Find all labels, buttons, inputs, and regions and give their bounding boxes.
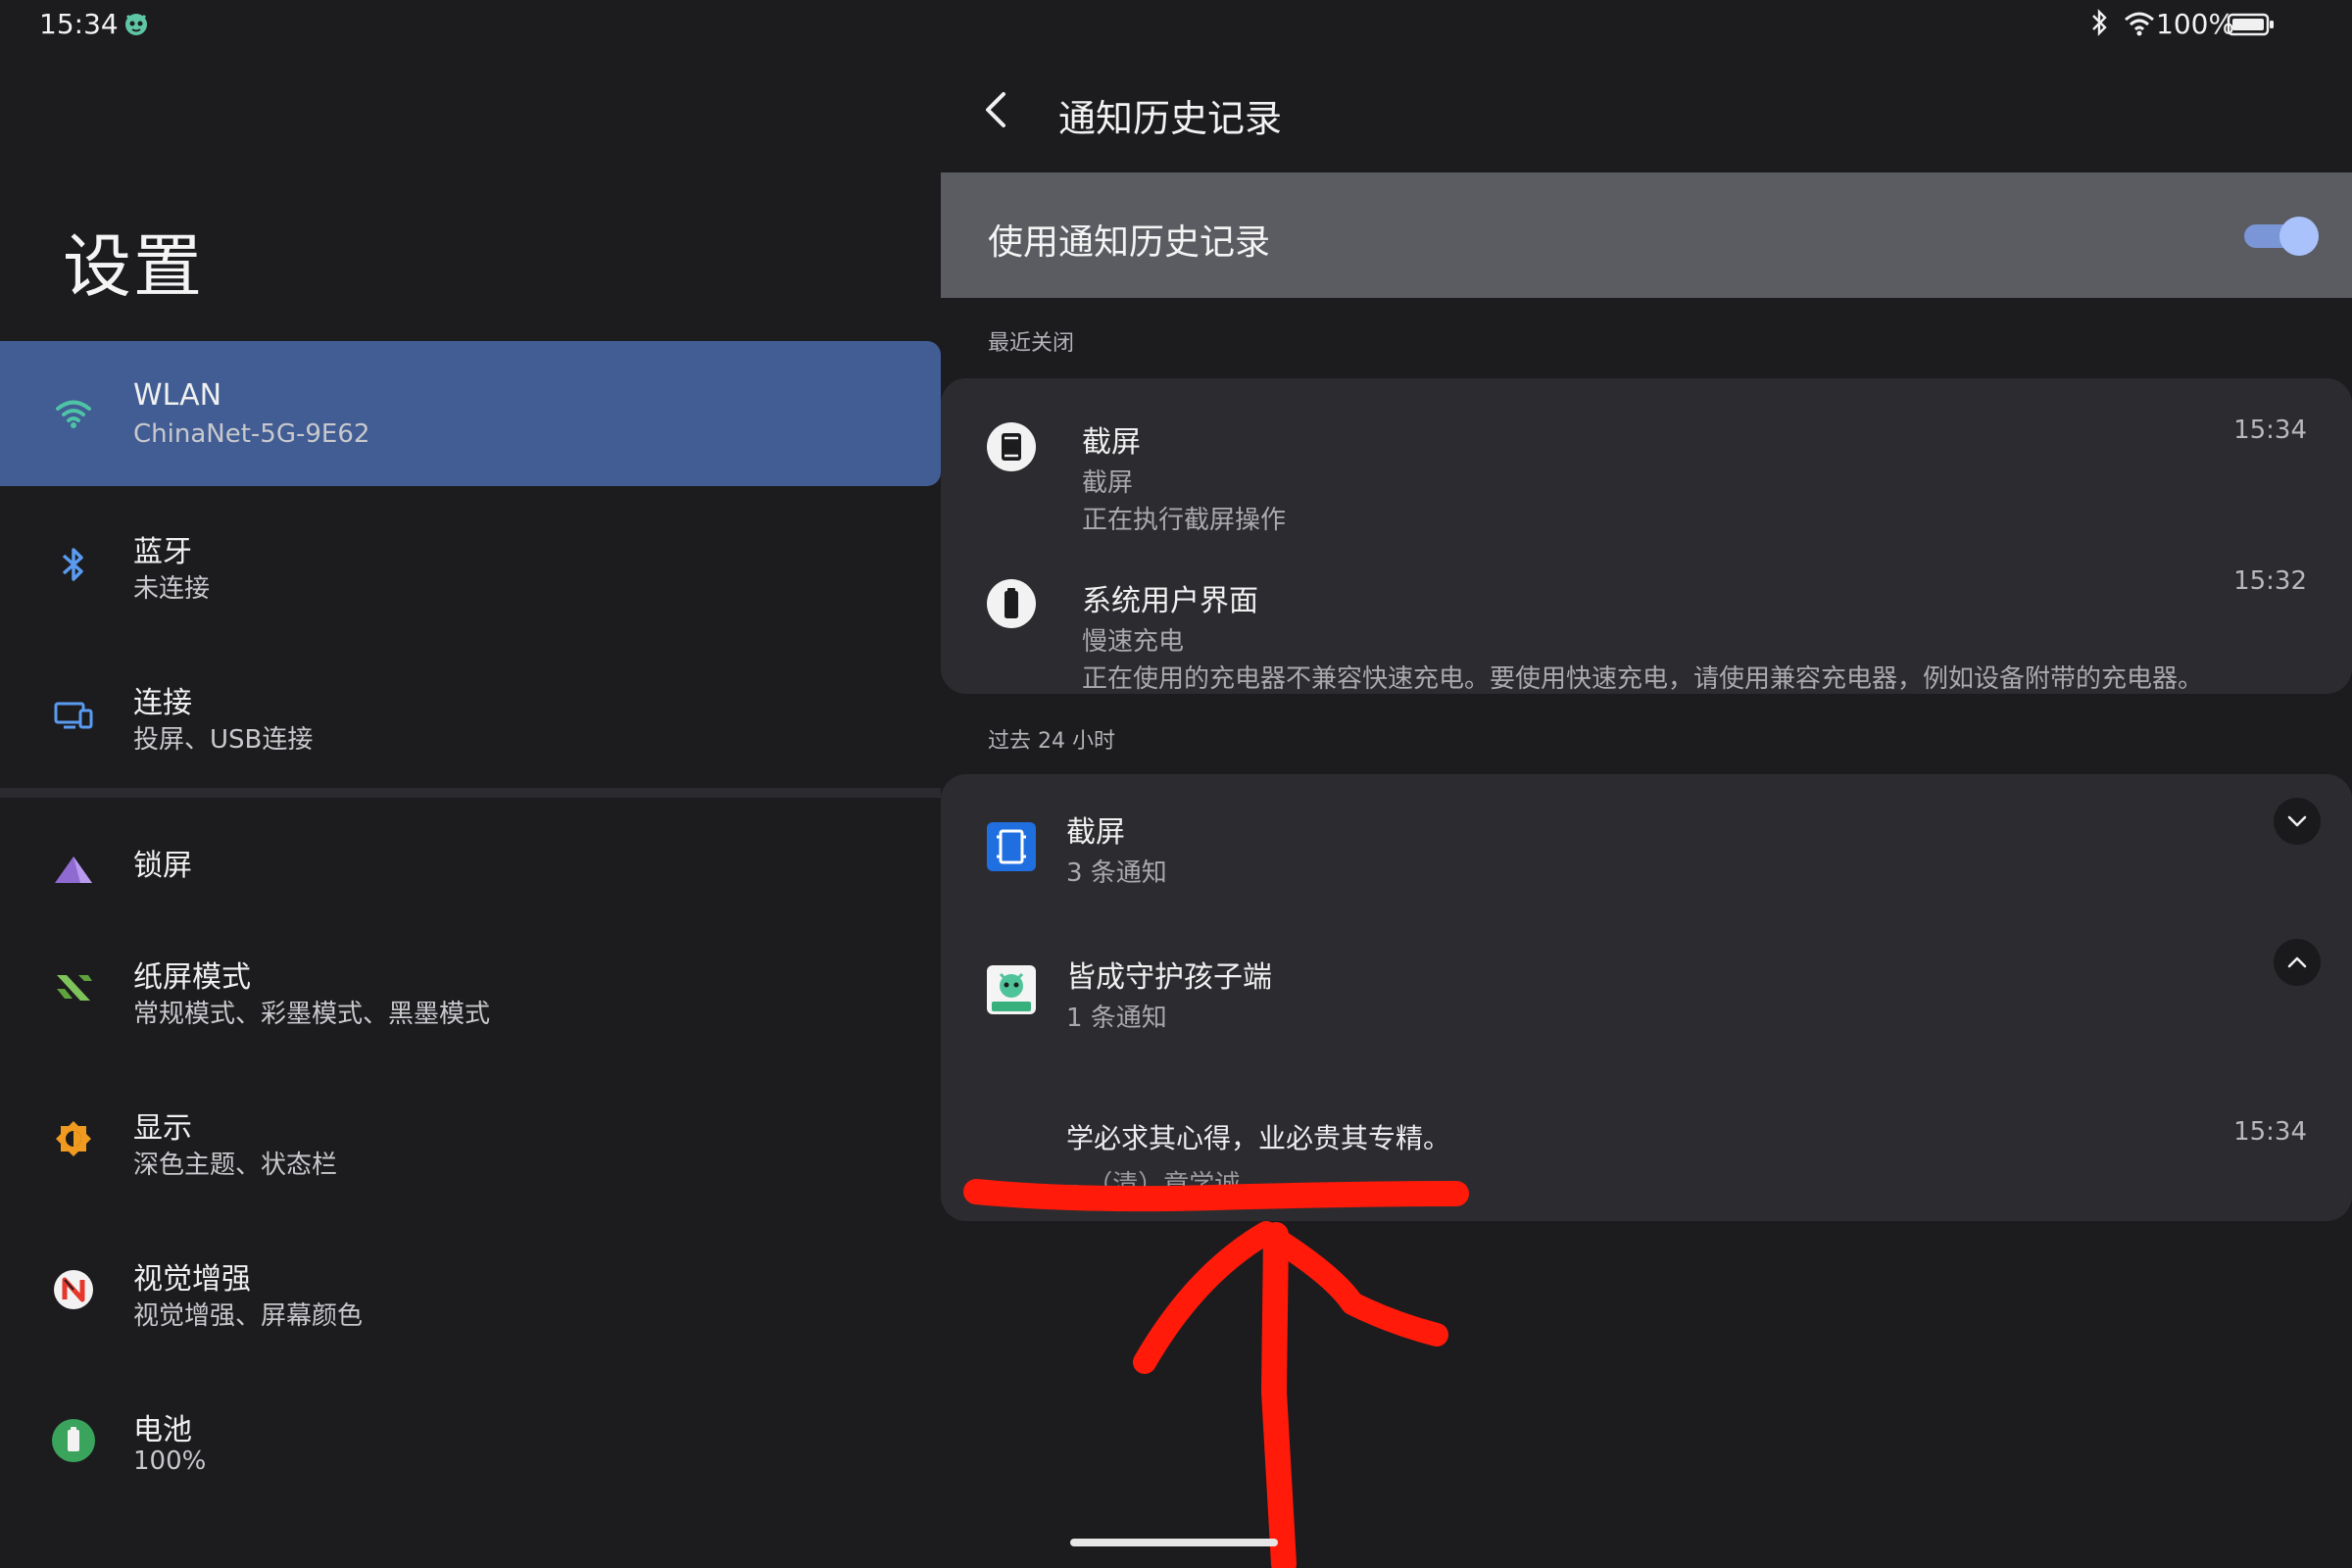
sidebar-item-subtitle: 视觉增强、屏幕颜色 xyxy=(133,1301,364,1331)
notification-title: 截屏 xyxy=(1082,425,1141,460)
notification-subtitle: 慢速充电 xyxy=(1082,627,1185,657)
screen: 15:34 100% 设置 WLAN ChinaNet-5G-9E62 蓝牙 未… xyxy=(0,0,2352,1568)
page-title: 通知历史记录 xyxy=(1058,97,1283,140)
sidebar-item-subtitle: 常规模式、彩墨模式、黑墨模式 xyxy=(133,1000,491,1029)
status-time: 15:34 xyxy=(39,8,119,40)
sidebar-item-title: 连接 xyxy=(133,686,192,720)
battery-status-icon xyxy=(2227,13,2274,36)
notification-body: 正在执行截屏操作 xyxy=(1082,506,1287,535)
sidebar-item-display[interactable]: 显示 深色主题、状态栏 xyxy=(0,1066,941,1211)
battery-icon xyxy=(987,579,1036,628)
notification-group-screenshot[interactable]: 截屏 3 条通知 xyxy=(941,774,2352,921)
paper-mode-icon xyxy=(57,975,92,1001)
notification-history-switch[interactable] xyxy=(2238,215,2319,256)
chevron-down-icon[interactable] xyxy=(2274,798,2321,845)
wifi-status-icon xyxy=(2125,12,2154,36)
sidebar-item-subtitle: 100% xyxy=(133,1446,207,1476)
sidebar-item-battery[interactable]: 电池 100% xyxy=(0,1368,941,1513)
notification-body: 正在使用的充电器不兼容快速充电。要使用快速充电，请使用兼容充电器，例如设备附带的… xyxy=(1082,664,2204,694)
sidebar-item-wlan[interactable]: WLAN ChinaNet-5G-9E62 xyxy=(0,341,941,486)
lock-screen-icon xyxy=(55,857,92,883)
connection-icon xyxy=(54,702,93,729)
wifi-icon xyxy=(56,400,91,428)
notification-text: 学必求其心得，业必贵其专精。 xyxy=(1066,1122,1451,1154)
screenshot-icon xyxy=(987,422,1036,471)
sidebar-item-title: 视觉增强 xyxy=(133,1262,251,1297)
group-title: 截屏 xyxy=(1066,815,1125,850)
past-card: 截屏 3 条通知 皆成守护孩子端 1 条通知 学必求其心得，业必贵其专精。 – … xyxy=(941,774,2352,1221)
past-section-label: 过去 24 小时 xyxy=(988,729,1115,754)
notification-time: 15:32 xyxy=(2233,566,2307,596)
display-icon xyxy=(56,1121,91,1156)
switch-thumb xyxy=(2279,217,2319,256)
notification-item-quote[interactable]: 学必求其心得，业必贵其专精。 – （清）章学诚 15:34 xyxy=(941,1068,2352,1221)
notification-time: 15:34 xyxy=(2233,1117,2307,1147)
sidebar-item-title: 锁屏 xyxy=(133,849,192,883)
notification-item-screenshot[interactable]: 截屏 截屏 正在执行截屏操作 15:34 xyxy=(941,378,2352,535)
notification-subtitle: 截屏 xyxy=(1082,468,1134,498)
group-count: 3 条通知 xyxy=(1066,858,1167,888)
visual-enhance-icon xyxy=(54,1270,93,1309)
sidebar-divider xyxy=(0,788,941,798)
recent-section-label: 最近关闭 xyxy=(988,331,1075,356)
sidebar-item-title: 纸屏模式 xyxy=(133,960,251,995)
sidebar-item-title: 蓝牙 xyxy=(133,535,192,569)
sidebar-item-subtitle: 未连接 xyxy=(133,574,211,604)
notification-item-system-ui[interactable]: 系统用户界面 慢速充电 正在使用的充电器不兼容快速充电。要使用快速充电，请使用兼… xyxy=(941,537,2352,694)
notification-history-toggle-row[interactable]: 使用通知历史记录 xyxy=(941,172,2352,298)
battery-percent: 100% xyxy=(2156,8,2235,40)
sidebar-item-title: 电池 xyxy=(133,1413,192,1447)
group-title: 皆成守护孩子端 xyxy=(1066,960,1272,995)
sidebar-item-bluetooth[interactable]: 蓝牙 未连接 xyxy=(0,492,941,637)
group-count: 1 条通知 xyxy=(1066,1004,1167,1033)
sidebar-item-paper-mode[interactable]: 纸屏模式 常规模式、彩墨模式、黑墨模式 xyxy=(0,915,941,1060)
bluetooth-icon xyxy=(62,548,83,581)
sidebar-item-title: 显示 xyxy=(133,1111,192,1146)
sidebar-item-visual-enhance[interactable]: 视觉增强 视觉增强、屏幕颜色 xyxy=(0,1217,941,1362)
sidebar-item-subtitle: ChinaNet-5G-9E62 xyxy=(133,419,370,449)
status-bar: 15:34 100% xyxy=(0,0,2352,49)
screenshot-app-icon xyxy=(987,822,1036,871)
sidebar-item-title: WLAN xyxy=(133,378,222,413)
home-indicator[interactable] xyxy=(1070,1539,1278,1546)
recent-card: 截屏 截屏 正在执行截屏操作 15:34 系统用户界面 慢速充电 正在使用的充电… xyxy=(941,378,2352,694)
notification-title: 系统用户界面 xyxy=(1082,584,1258,618)
toggle-label: 使用通知历史记录 xyxy=(988,222,1271,263)
notification-group-guardian[interactable]: 皆成守护孩子端 1 条通知 xyxy=(941,919,2352,1066)
battery-icon xyxy=(52,1419,95,1462)
sidebar-item-connection[interactable]: 连接 投屏、USB连接 xyxy=(0,643,941,788)
notification-time: 15:34 xyxy=(2233,416,2307,445)
guardian-app-icon xyxy=(987,965,1036,1014)
sidebar-item-subtitle: 深色主题、状态栏 xyxy=(133,1151,338,1180)
bluetooth-status-icon xyxy=(2092,9,2107,36)
sidebar-item-subtitle: 投屏、USB连接 xyxy=(133,725,314,755)
chevron-up-icon[interactable] xyxy=(2274,939,2321,986)
back-arrow-icon[interactable] xyxy=(972,82,1021,137)
guardian-status-icon xyxy=(125,14,147,35)
settings-title: 设置 xyxy=(63,226,204,307)
notification-source: – （清）章学诚 xyxy=(1066,1170,1241,1200)
